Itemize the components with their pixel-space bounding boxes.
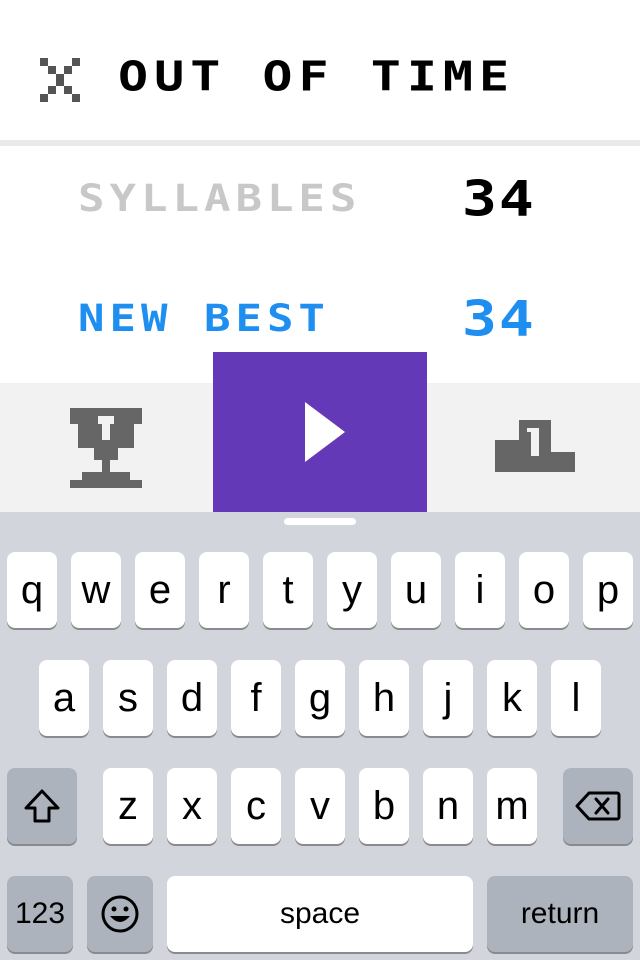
syllables-value: 34	[462, 169, 536, 228]
key-r[interactable]: r	[199, 552, 249, 628]
emoji-icon	[101, 895, 139, 933]
key-v[interactable]: v	[295, 768, 345, 844]
key-p[interactable]: p	[583, 552, 633, 628]
play-icon	[305, 402, 345, 462]
return-key[interactable]: return	[487, 876, 633, 952]
key-t[interactable]: t	[263, 552, 313, 628]
key-f[interactable]: f	[231, 660, 281, 736]
key-u[interactable]: u	[391, 552, 441, 628]
shift-arrow-icon	[24, 789, 60, 823]
keyboard: qwertyuiop asdfghjkl zxcvbnm 123 space r…	[0, 512, 640, 960]
page-title: OUT OF TIME	[118, 52, 516, 101]
delete-key[interactable]	[563, 768, 633, 844]
key-z[interactable]: z	[103, 768, 153, 844]
new-best-value: 34	[462, 289, 536, 348]
emoji-key[interactable]	[87, 876, 153, 952]
key-k[interactable]: k	[487, 660, 537, 736]
drag-handle[interactable]	[284, 518, 356, 525]
key-i[interactable]: i	[455, 552, 505, 628]
divider	[0, 140, 640, 146]
key-l[interactable]: l	[551, 660, 601, 736]
play-button[interactable]	[213, 352, 427, 512]
key-g[interactable]: g	[295, 660, 345, 736]
key-h[interactable]: h	[359, 660, 409, 736]
key-b[interactable]: b	[359, 768, 409, 844]
key-d[interactable]: d	[167, 660, 217, 736]
podium-icon[interactable]	[494, 420, 576, 472]
game-over-header: OUT OF TIME	[0, 0, 640, 140]
key-s[interactable]: s	[103, 660, 153, 736]
key-x[interactable]: x	[167, 768, 217, 844]
key-n[interactable]: n	[423, 768, 473, 844]
key-a[interactable]: a	[39, 660, 89, 736]
key-o[interactable]: o	[519, 552, 569, 628]
key-q[interactable]: q	[7, 552, 57, 628]
key-w[interactable]: w	[71, 552, 121, 628]
syllables-label: SYLLABLES	[78, 177, 362, 221]
key-e[interactable]: e	[135, 552, 185, 628]
new-best-label: NEW BEST	[78, 297, 330, 341]
key-m[interactable]: m	[487, 768, 537, 844]
key-c[interactable]: c	[231, 768, 281, 844]
shift-key[interactable]	[7, 768, 77, 844]
key-y[interactable]: y	[327, 552, 377, 628]
trophy-icon[interactable]	[70, 408, 142, 488]
numbers-key[interactable]: 123	[7, 876, 73, 952]
space-key[interactable]: space	[167, 876, 473, 952]
close-x-icon[interactable]	[40, 58, 80, 102]
backspace-icon	[575, 791, 621, 821]
key-j[interactable]: j	[423, 660, 473, 736]
